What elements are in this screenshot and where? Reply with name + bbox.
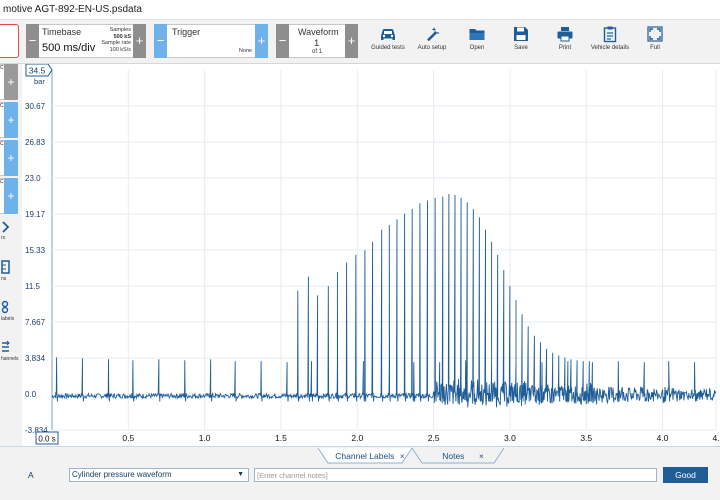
y-axis-top-label: 34.5	[29, 66, 46, 76]
timebase-samples: Samples 500 kS Sample rate 100 kS/s	[101, 27, 131, 53]
trigger-control: − Trigger None +	[154, 24, 268, 58]
chart-grid	[51, 70, 717, 431]
waveform-total: of 1	[312, 49, 323, 55]
chevron-right-icon	[2, 221, 10, 233]
channel-labels-panel: A Cylinder pressure waveform ▼ Good	[0, 464, 720, 500]
y-axis-ticks: 30.67 26.83 23.0 19.17 15.33 11.5 7.667 3.834 0.…	[25, 102, 48, 435]
timebase-increase-button[interactable]: +	[133, 24, 146, 58]
x-axis-start-marker[interactable]: 0.0 s	[35, 431, 59, 445]
waveform-chart[interactable]: 30.67 26.83 23.0 19.17 15.33 11.5 7.667 3.834 0.…	[22, 63, 720, 446]
timebase-decrease-button[interactable]: −	[26, 24, 39, 58]
x-tick-label: 4.	[712, 433, 719, 443]
x-tick-label: 1.0	[199, 433, 211, 443]
folder-icon	[469, 29, 485, 40]
x-axis-start-label: 0.0 s	[38, 435, 55, 444]
magic-wand-icon	[427, 27, 439, 42]
window-title: motive AGT-892-EN-US.psdata	[3, 4, 142, 15]
print-button[interactable]: Print	[546, 23, 584, 61]
channel-b-add-button[interactable]: +	[4, 102, 18, 138]
car-icon	[381, 29, 395, 40]
y-tick-label: 23.0	[25, 174, 41, 183]
save-button[interactable]: Save	[502, 23, 540, 61]
channel-c-add-button[interactable]: +	[4, 140, 18, 176]
x-tick-label: 2.0	[351, 433, 363, 443]
close-icon[interactable]: ×	[400, 451, 405, 461]
y-axis-top-marker[interactable]: 34.5	[25, 63, 53, 77]
left-panel: C + C + C + C + rs ns labels hannels	[0, 64, 22, 446]
timebase-control: − Timebase 500 ms/div Samples 500 kS Sam…	[26, 24, 146, 58]
channel-d-add-button[interactable]: +	[4, 178, 18, 214]
y-tick-label: 0.0	[25, 390, 37, 399]
guided-tests-button[interactable]: Guided tests	[366, 23, 410, 61]
labels-icon	[1, 300, 9, 314]
toolbar: − Timebase 500 ms/div Samples 500 kS Sam…	[0, 20, 720, 64]
fullscreen-icon	[647, 26, 663, 42]
measurements-button[interactable]: ns	[1, 260, 21, 282]
x-tick-label: 2.5	[428, 433, 440, 443]
vehicle-details-button[interactable]: Vehicle details	[588, 23, 632, 61]
y-tick-label: 19.17	[25, 210, 46, 219]
channels-icon	[2, 340, 10, 352]
x-tick-label: 0.5	[122, 433, 134, 443]
channel-a-add-button[interactable]: +	[4, 64, 18, 100]
channel-a-trace	[51, 193, 717, 408]
trigger-mode[interactable]: None	[225, 48, 252, 55]
x-tick-label: 4.0	[657, 433, 669, 443]
waveform-current[interactable]: 1	[314, 38, 319, 49]
floppy-disk-icon	[514, 27, 528, 41]
bottom-tab-strip: Channel Labels × Notes ×	[0, 446, 720, 464]
waveform-next-button[interactable]: +	[345, 24, 358, 58]
auto-setup-button[interactable]: Auto setup	[412, 23, 452, 61]
timebase-value[interactable]: 500 ms/div	[42, 42, 95, 54]
full-screen-button[interactable]: Full	[638, 23, 672, 61]
y-tick-label: 15.33	[25, 246, 46, 255]
chevron-down-icon: ▼	[237, 471, 244, 478]
tab-channel-labels[interactable]: Channel Labels ×	[330, 449, 410, 464]
good-status-button[interactable]: Good	[663, 467, 708, 483]
timebase-label: Timebase	[42, 27, 82, 37]
channel-labels-button[interactable]: labels	[1, 300, 21, 322]
x-tick-label: 3.5	[580, 433, 592, 443]
y-tick-label: 11.5	[25, 282, 41, 291]
clipboard-icon	[603, 26, 617, 43]
rulers-button[interactable]: rs	[1, 221, 21, 241]
close-icon[interactable]: ×	[479, 451, 484, 461]
trigger-label: Trigger	[172, 27, 201, 37]
tab-notes[interactable]: Notes ×	[424, 449, 502, 464]
waveform-control: − Waveform 1 of 1 +	[276, 24, 358, 58]
y-tick-label: 7.667	[25, 318, 46, 327]
channel-label-select[interactable]: Cylinder pressure waveform ▼	[69, 468, 249, 482]
y-tick-label: 3.834	[25, 354, 46, 363]
waveform-label: Waveform	[298, 27, 339, 37]
channel-a-indicator[interactable]	[0, 24, 19, 58]
channels-button[interactable]: hannels	[1, 340, 21, 362]
scope-plot-area[interactable]: 30.67 26.83 23.0 19.17 15.33 11.5 7.667 3.834 0.…	[22, 63, 720, 446]
y-tick-label: 30.67	[25, 102, 46, 111]
x-axis-ticks: 0.5 1.0 1.5 2.0 2.5 3.0 3.5 4.0 4.	[122, 433, 719, 443]
window-title-bar: motive AGT-892-EN-US.psdata	[0, 0, 720, 20]
open-button[interactable]: Open	[458, 23, 496, 61]
x-tick-label: 1.5	[275, 433, 287, 443]
trigger-decrease-button[interactable]: −	[154, 24, 167, 58]
y-axis-unit: bar	[34, 77, 45, 86]
channel-notes-input[interactable]	[254, 468, 657, 482]
waveform-previous-button[interactable]: −	[276, 24, 289, 58]
printer-icon	[557, 27, 573, 42]
trigger-increase-button[interactable]: +	[255, 24, 268, 58]
y-tick-label: 26.83	[25, 138, 46, 147]
ruler-icon	[1, 260, 10, 274]
x-tick-label: 3.0	[504, 433, 516, 443]
channel-letter: A	[28, 470, 34, 480]
